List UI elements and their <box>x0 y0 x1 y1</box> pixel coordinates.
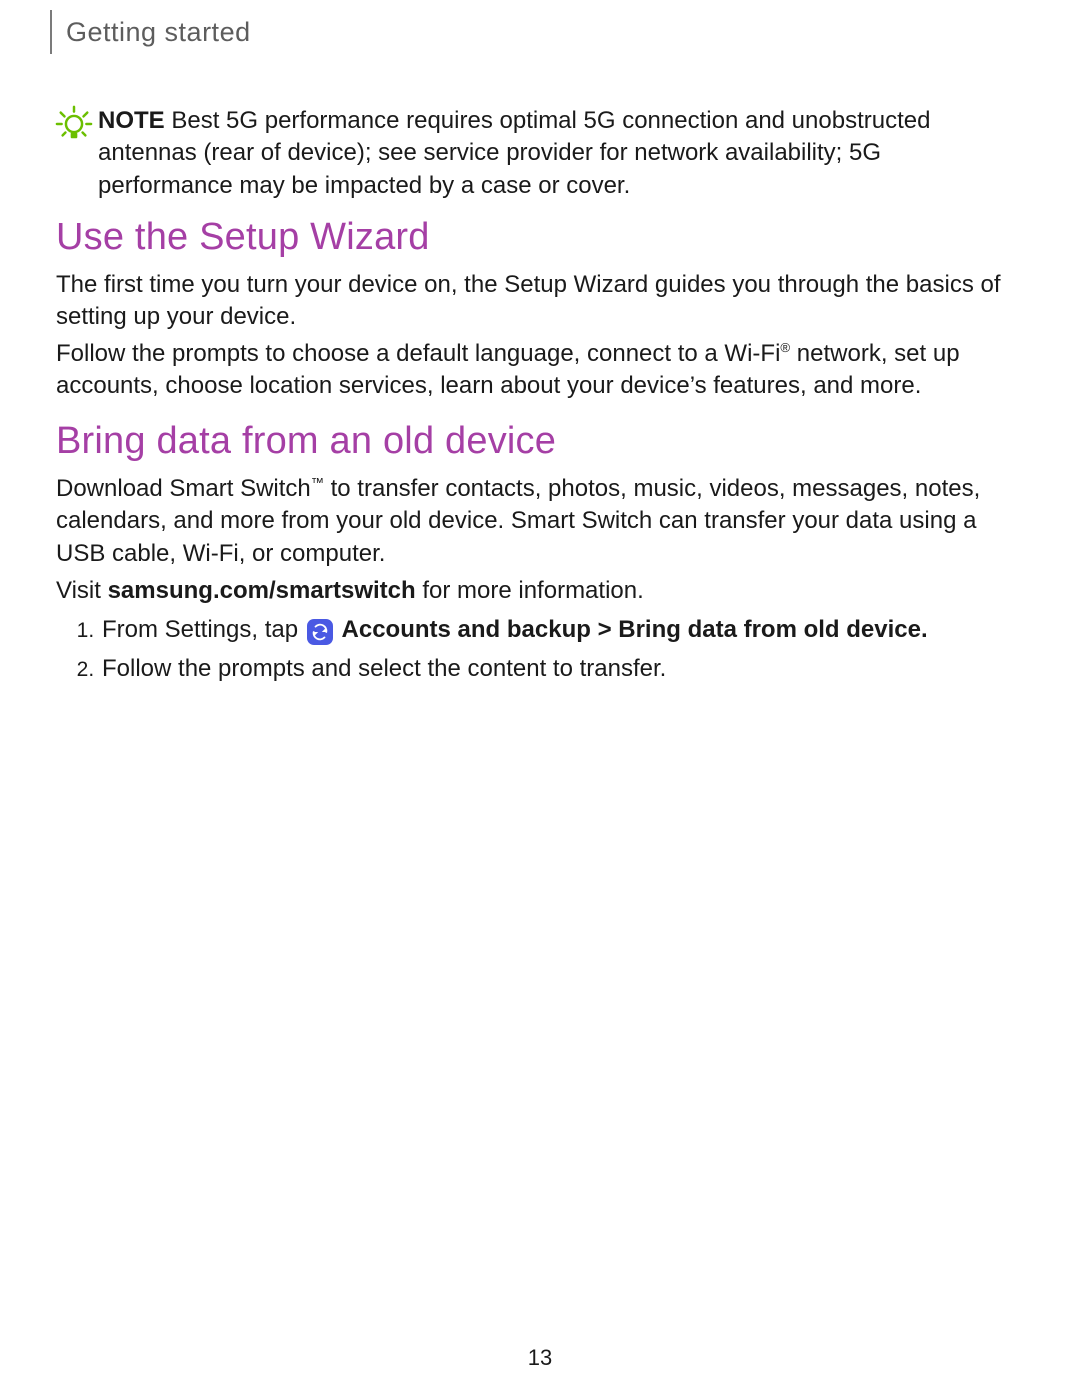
trademark-mark: ™ <box>311 475 324 490</box>
lightbulb-tip-icon <box>55 105 93 148</box>
note-label: NOTE <box>98 107 165 134</box>
note-body: Best 5G performance requires optimal 5G … <box>98 107 930 199</box>
heading-bring-data: Bring data from an old device <box>56 420 556 463</box>
registered-mark: ® <box>780 340 790 355</box>
paragraph-setup-1: The first time you turn your device on, … <box>56 269 1022 334</box>
sync-icon <box>307 619 333 645</box>
list-item: From Settings, tap Accounts and backup >… <box>100 613 1022 648</box>
page-root: Getting started <box>0 0 1080 1397</box>
steps-list-wrap: From Settings, tap Accounts and backup >… <box>56 613 1022 691</box>
list-item: Follow the prompts and select the conten… <box>100 652 1022 687</box>
steps-list: From Settings, tap Accounts and backup >… <box>56 613 1022 687</box>
paragraph-setup-2: Follow the prompts to choose a default l… <box>56 338 1022 403</box>
note-text: NOTE Best 5G performance requires optima… <box>98 105 1022 202</box>
page-number: 13 <box>0 1345 1080 1371</box>
step2-text: Follow the prompts and select the conten… <box>102 655 666 682</box>
breadcrumb-label: Getting started <box>66 17 251 48</box>
breadcrumb: Getting started <box>50 10 251 54</box>
step1-pre: From Settings, tap <box>102 616 305 643</box>
visit-suffix: for more information. <box>416 577 644 604</box>
visit-prefix: Visit <box>56 577 108 604</box>
note-callout: NOTE Best 5G performance requires optima… <box>50 105 1022 202</box>
breadcrumb-rule <box>50 10 52 54</box>
visit-link-text: samsung.com/smartswitch <box>108 577 416 604</box>
paragraph-bring-visit: Visit samsung.com/smartswitch for more i… <box>56 575 1022 607</box>
heading-setup-wizard: Use the Setup Wizard <box>56 216 430 259</box>
note-icon-wrap <box>50 105 98 148</box>
step1-bold: Accounts and backup > Bring data from ol… <box>336 616 928 643</box>
paragraph-bring-intro: Download Smart Switch™ to transfer conta… <box>56 473 1022 570</box>
